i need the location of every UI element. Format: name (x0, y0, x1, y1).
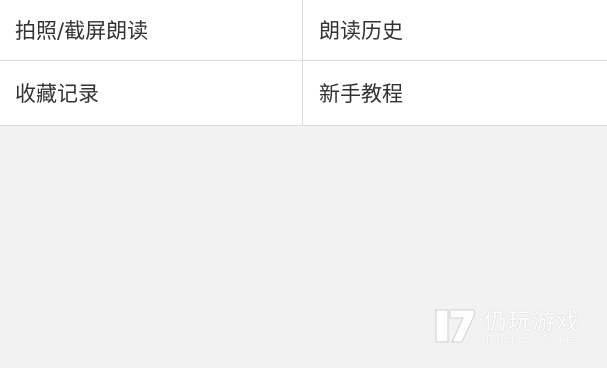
menu-grid: 拍照/截屏朗读 朗读历史 收藏记录 新手教程 (0, 0, 607, 126)
rengwan-logo-icon (432, 304, 478, 348)
watermark: 仍玩游戏 Rengwan Games (432, 304, 602, 348)
menu-item-favorites[interactable]: 收藏记录 (0, 61, 303, 125)
watermark-subtitle: Rengwan Games (486, 333, 579, 346)
watermark-title: 仍玩游戏 (484, 309, 580, 335)
menu-item-reading-history[interactable]: 朗读历史 (303, 0, 607, 61)
menu-item-photo-screenshot-read[interactable]: 拍照/截屏朗读 (0, 0, 303, 61)
menu-item-tutorial[interactable]: 新手教程 (303, 61, 607, 125)
